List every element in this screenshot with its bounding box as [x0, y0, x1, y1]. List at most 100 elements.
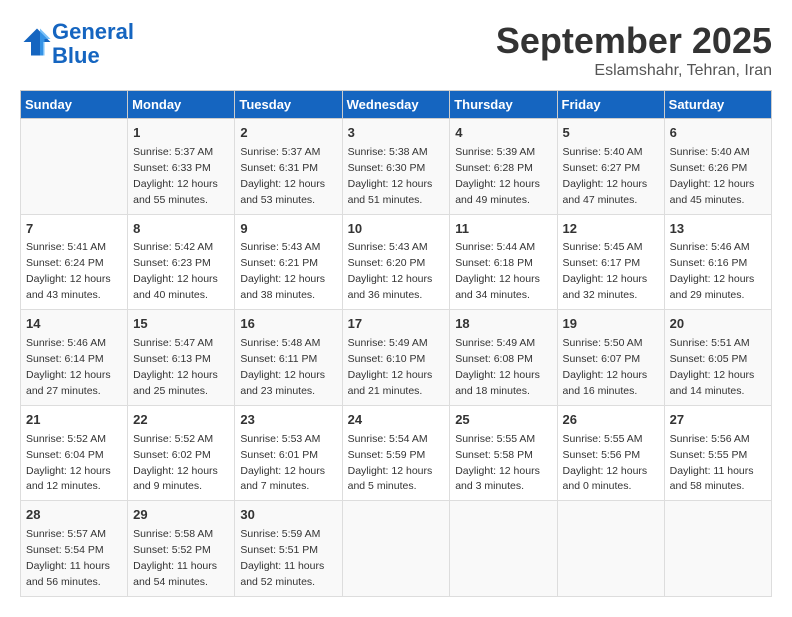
day-info: Sunrise: 5:49 AM Sunset: 6:10 PM Dayligh…: [348, 337, 433, 397]
day-info: Sunrise: 5:45 AM Sunset: 6:17 PM Dayligh…: [563, 241, 648, 301]
day-number: 21: [26, 411, 122, 430]
calendar-cell: 22 Sunrise: 5:52 AM Sunset: 6:02 PM Dayli…: [128, 405, 235, 501]
calendar-cell: 26 Sunrise: 5:55 AM Sunset: 5:56 PM Dayli…: [557, 405, 664, 501]
logo-icon: [22, 27, 52, 57]
calendar-cell: 24 Sunrise: 5:54 AM Sunset: 5:59 PM Dayli…: [342, 405, 450, 501]
day-info: Sunrise: 5:37 AM Sunset: 6:31 PM Dayligh…: [240, 146, 325, 206]
day-info: Sunrise: 5:43 AM Sunset: 6:21 PM Dayligh…: [240, 241, 325, 301]
calendar-week-row: 7 Sunrise: 5:41 AM Sunset: 6:24 PM Daylig…: [21, 214, 772, 310]
day-header: Thursday: [450, 91, 557, 119]
day-number: 14: [26, 315, 122, 334]
logo-line2: Blue: [52, 43, 100, 68]
day-number: 4: [455, 124, 551, 143]
day-info: Sunrise: 5:57 AM Sunset: 5:54 PM Dayligh…: [26, 528, 110, 588]
calendar-cell: 9 Sunrise: 5:43 AM Sunset: 6:21 PM Daylig…: [235, 214, 342, 310]
day-info: Sunrise: 5:52 AM Sunset: 6:02 PM Dayligh…: [133, 433, 218, 493]
day-info: Sunrise: 5:52 AM Sunset: 6:04 PM Dayligh…: [26, 433, 111, 493]
calendar-cell: [21, 119, 128, 215]
day-header: Sunday: [21, 91, 128, 119]
calendar-cell: 23 Sunrise: 5:53 AM Sunset: 6:01 PM Dayli…: [235, 405, 342, 501]
day-header: Tuesday: [235, 91, 342, 119]
logo: General Blue: [20, 20, 134, 68]
day-number: 15: [133, 315, 229, 334]
day-info: Sunrise: 5:43 AM Sunset: 6:20 PM Dayligh…: [348, 241, 433, 301]
day-info: Sunrise: 5:49 AM Sunset: 6:08 PM Dayligh…: [455, 337, 540, 397]
calendar-cell: 27 Sunrise: 5:56 AM Sunset: 5:55 PM Dayli…: [664, 405, 771, 501]
calendar-week-row: 1 Sunrise: 5:37 AM Sunset: 6:33 PM Daylig…: [21, 119, 772, 215]
day-number: 12: [563, 220, 659, 239]
calendar-cell: [664, 501, 771, 597]
day-number: 10: [348, 220, 445, 239]
day-info: Sunrise: 5:59 AM Sunset: 5:51 PM Dayligh…: [240, 528, 324, 588]
day-number: 17: [348, 315, 445, 334]
day-info: Sunrise: 5:51 AM Sunset: 6:05 PM Dayligh…: [670, 337, 755, 397]
calendar-cell: 14 Sunrise: 5:46 AM Sunset: 6:14 PM Dayli…: [21, 310, 128, 406]
day-info: Sunrise: 5:56 AM Sunset: 5:55 PM Dayligh…: [670, 433, 754, 493]
calendar-cell: 15 Sunrise: 5:47 AM Sunset: 6:13 PM Dayli…: [128, 310, 235, 406]
day-info: Sunrise: 5:54 AM Sunset: 5:59 PM Dayligh…: [348, 433, 433, 493]
day-info: Sunrise: 5:41 AM Sunset: 6:24 PM Dayligh…: [26, 241, 111, 301]
calendar-week-row: 21 Sunrise: 5:52 AM Sunset: 6:04 PM Dayli…: [21, 405, 772, 501]
calendar-cell: 11Sunrise: 5:44 AM Sunset: 6:18 PM Dayli…: [450, 214, 557, 310]
day-info: Sunrise: 5:55 AM Sunset: 5:56 PM Dayligh…: [563, 433, 648, 493]
day-info: Sunrise: 5:50 AM Sunset: 6:07 PM Dayligh…: [563, 337, 648, 397]
day-info: Sunrise: 5:53 AM Sunset: 6:01 PM Dayligh…: [240, 433, 325, 493]
day-number: 11: [455, 220, 551, 239]
day-header: Wednesday: [342, 91, 450, 119]
day-number: 2: [240, 124, 336, 143]
day-number: 30: [240, 506, 336, 525]
day-number: 24: [348, 411, 445, 430]
calendar-header-row: SundayMondayTuesdayWednesdayThursdayFrid…: [21, 91, 772, 119]
day-number: 1: [133, 124, 229, 143]
location-title: Eslamshahr, Tehran, Iran: [496, 62, 772, 80]
day-number: 28: [26, 506, 122, 525]
title-block: September 2025 Eslamshahr, Tehran, Iran: [496, 20, 772, 80]
day-info: Sunrise: 5:40 AM Sunset: 6:26 PM Dayligh…: [670, 146, 755, 206]
logo-line1: General: [52, 19, 134, 44]
day-number: 3: [348, 124, 445, 143]
calendar-cell: 29Sunrise: 5:58 AM Sunset: 5:52 PM Dayli…: [128, 501, 235, 597]
calendar-body: 1 Sunrise: 5:37 AM Sunset: 6:33 PM Daylig…: [21, 119, 772, 597]
day-info: Sunrise: 5:40 AM Sunset: 6:27 PM Dayligh…: [563, 146, 648, 206]
day-number: 9: [240, 220, 336, 239]
day-number: 23: [240, 411, 336, 430]
day-number: 29: [133, 506, 229, 525]
day-number: 19: [563, 315, 659, 334]
calendar-cell: 3Sunrise: 5:38 AM Sunset: 6:30 PM Daylig…: [342, 119, 450, 215]
day-number: 20: [670, 315, 766, 334]
day-info: Sunrise: 5:47 AM Sunset: 6:13 PM Dayligh…: [133, 337, 218, 397]
calendar-cell: 21 Sunrise: 5:52 AM Sunset: 6:04 PM Dayli…: [21, 405, 128, 501]
calendar-cell: 7 Sunrise: 5:41 AM Sunset: 6:24 PM Daylig…: [21, 214, 128, 310]
calendar-cell: 12 Sunrise: 5:45 AM Sunset: 6:17 PM Dayli…: [557, 214, 664, 310]
day-number: 22: [133, 411, 229, 430]
calendar-cell: 1 Sunrise: 5:37 AM Sunset: 6:33 PM Daylig…: [128, 119, 235, 215]
calendar-cell: 4Sunrise: 5:39 AM Sunset: 6:28 PM Daylig…: [450, 119, 557, 215]
day-info: Sunrise: 5:46 AM Sunset: 6:14 PM Dayligh…: [26, 337, 111, 397]
day-number: 13: [670, 220, 766, 239]
calendar-cell: 2 Sunrise: 5:37 AM Sunset: 6:31 PM Daylig…: [235, 119, 342, 215]
day-number: 16: [240, 315, 336, 334]
calendar-cell: 28 Sunrise: 5:57 AM Sunset: 5:54 PM Dayli…: [21, 501, 128, 597]
day-number: 18: [455, 315, 551, 334]
calendar-cell: 6Sunrise: 5:40 AM Sunset: 6:26 PM Daylig…: [664, 119, 771, 215]
calendar-cell: 8Sunrise: 5:42 AM Sunset: 6:23 PM Daylig…: [128, 214, 235, 310]
calendar-cell: [342, 501, 450, 597]
day-header: Friday: [557, 91, 664, 119]
day-number: 26: [563, 411, 659, 430]
day-info: Sunrise: 5:42 AM Sunset: 6:23 PM Dayligh…: [133, 241, 218, 301]
month-title: September 2025: [496, 20, 772, 62]
day-header: Saturday: [664, 91, 771, 119]
calendar-cell: 10 Sunrise: 5:43 AM Sunset: 6:20 PM Dayli…: [342, 214, 450, 310]
day-info: Sunrise: 5:55 AM Sunset: 5:58 PM Dayligh…: [455, 433, 540, 493]
calendar-week-row: 14 Sunrise: 5:46 AM Sunset: 6:14 PM Dayli…: [21, 310, 772, 406]
day-number: 27: [670, 411, 766, 430]
calendar-cell: 17 Sunrise: 5:49 AM Sunset: 6:10 PM Dayli…: [342, 310, 450, 406]
day-header: Monday: [128, 91, 235, 119]
day-info: Sunrise: 5:37 AM Sunset: 6:33 PM Dayligh…: [133, 146, 218, 206]
day-number: 7: [26, 220, 122, 239]
calendar-table: SundayMondayTuesdayWednesdayThursdayFrid…: [20, 90, 772, 597]
calendar-cell: 18 Sunrise: 5:49 AM Sunset: 6:08 PM Dayli…: [450, 310, 557, 406]
calendar-cell: [557, 501, 664, 597]
day-info: Sunrise: 5:48 AM Sunset: 6:11 PM Dayligh…: [240, 337, 325, 397]
day-info: Sunrise: 5:46 AM Sunset: 6:16 PM Dayligh…: [670, 241, 755, 301]
